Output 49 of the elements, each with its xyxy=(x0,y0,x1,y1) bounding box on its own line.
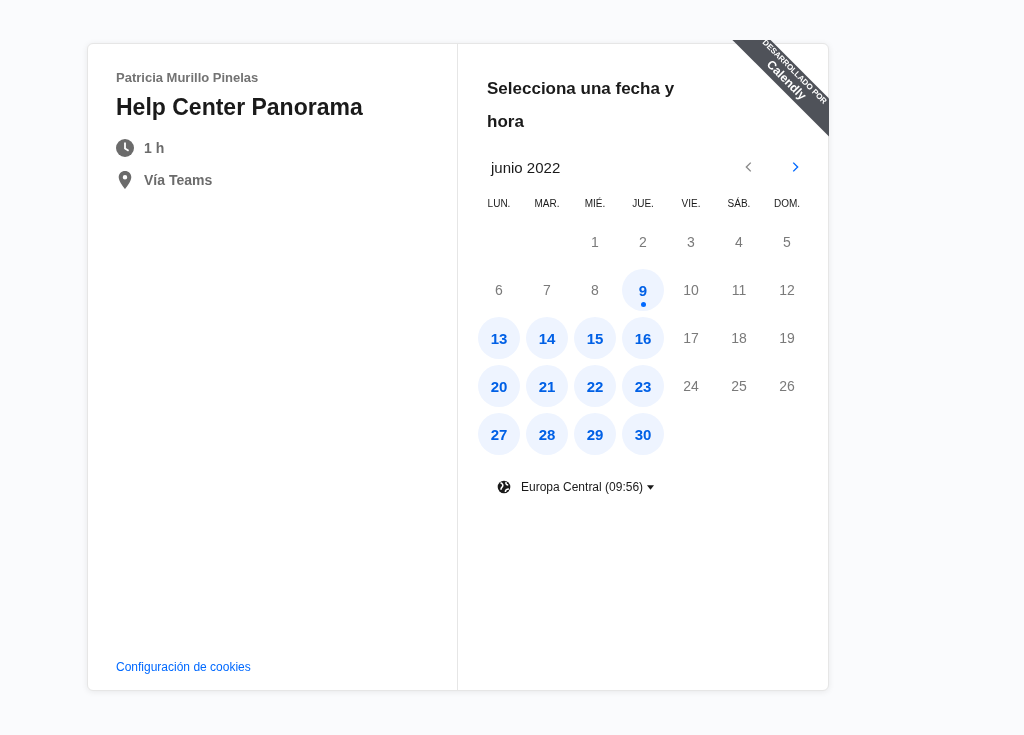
date-label: 1 xyxy=(590,233,600,252)
date-label: 4 xyxy=(734,233,744,252)
weekday-label: LUN. xyxy=(486,197,512,211)
date-button[interactable]: 9 xyxy=(622,269,664,311)
weekday-label: SÁB. xyxy=(726,196,752,211)
date-label: 18 xyxy=(730,329,748,348)
date-label: 7 xyxy=(542,281,552,300)
date-label: 5 xyxy=(782,233,792,252)
date-label: 19 xyxy=(778,329,796,348)
host-name: Patricia Murillo Pinelas xyxy=(116,70,260,85)
date-label: 24 xyxy=(682,377,700,396)
date-button[interactable]: 20 xyxy=(478,365,520,407)
date-button[interactable]: 28 xyxy=(526,413,568,455)
event-title: Help Center Panorama xyxy=(116,94,364,121)
weekday-label: JUE. xyxy=(631,197,655,211)
date-label: 12 xyxy=(778,281,796,300)
weekday-label: MIÉ. xyxy=(583,196,607,211)
date-label: 3 xyxy=(686,233,696,252)
duration-text: 1 h xyxy=(144,140,165,156)
date-button[interactable]: 16 xyxy=(622,317,664,359)
date-button[interactable]: 15 xyxy=(574,317,616,359)
cookie-settings-link[interactable]: Configuración de cookies xyxy=(116,660,251,674)
timezone-selector[interactable]: Europa Central (09:56) xyxy=(497,480,655,494)
date-label: 6 xyxy=(494,281,504,300)
date-button[interactable]: 27 xyxy=(478,413,520,455)
weekday-label: DOM. xyxy=(772,197,802,211)
date-button[interactable]: 29 xyxy=(574,413,616,455)
date-label: 26 xyxy=(778,377,796,396)
page-heading: Selecciona una fecha y hora xyxy=(487,78,676,133)
date-button[interactable]: 23 xyxy=(622,365,664,407)
date-button[interactable]: 21 xyxy=(526,365,568,407)
date-label: 2 xyxy=(638,233,648,252)
date-button[interactable]: 13 xyxy=(478,317,520,359)
date-button[interactable]: 14 xyxy=(526,317,568,359)
location-text: Vía Teams xyxy=(144,172,213,188)
weekday-label: VIE. xyxy=(680,197,702,211)
date-label: 25 xyxy=(730,377,748,396)
date-button[interactable]: 30 xyxy=(622,413,664,455)
map-pin-icon xyxy=(118,171,132,189)
date-label: 11 xyxy=(730,281,748,300)
date-button[interactable]: 22 xyxy=(574,365,616,407)
date-label: 17 xyxy=(682,329,700,348)
caret-down-icon xyxy=(647,484,655,490)
globe-icon xyxy=(497,480,511,494)
date-label: 10 xyxy=(682,281,700,300)
weekday-label: MAR. xyxy=(533,197,561,211)
month-label: junio 2022 xyxy=(491,158,561,176)
date-label: 8 xyxy=(590,281,600,300)
clock-icon xyxy=(116,139,134,157)
